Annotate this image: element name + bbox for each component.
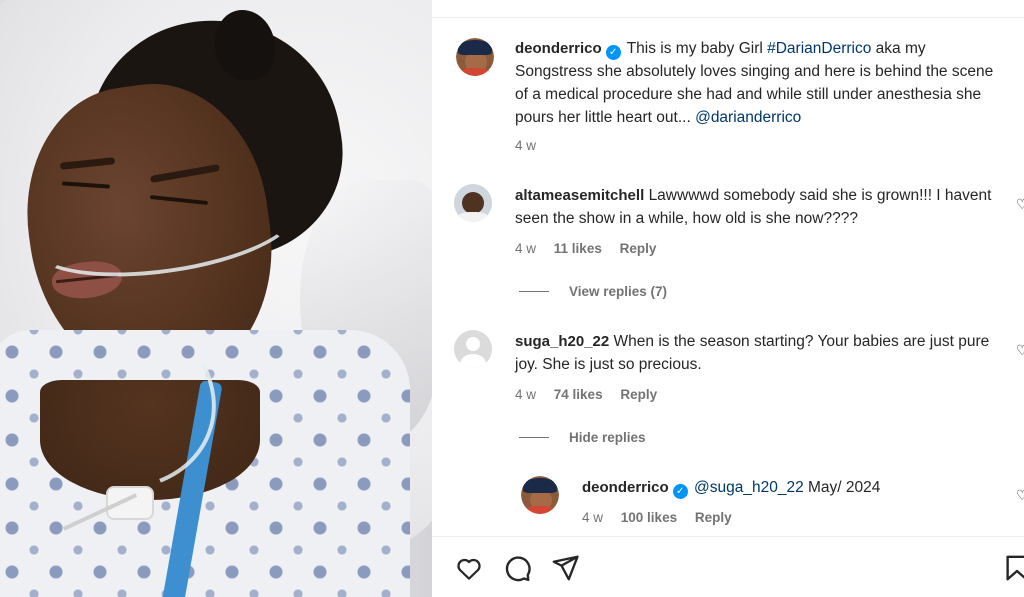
bookmark-icon[interactable] [1002, 553, 1024, 583]
post-caption: deonderrico ✓ This is my baby Girl #Daria… [515, 37, 1005, 129]
author-username[interactable]: deonderrico [515, 40, 602, 57]
divider [432, 17, 1024, 18]
hide-replies-label: Hide replies [569, 430, 646, 445]
commenter-avatar[interactable] [454, 330, 492, 368]
comment-age[interactable]: 4 w [515, 241, 536, 256]
view-replies-label: View replies (7) [569, 284, 668, 299]
reply-username[interactable]: deonderrico [582, 479, 669, 496]
comment-likes[interactable]: 74 likes [554, 387, 603, 402]
commenter-username[interactable]: altameasemitchell [515, 187, 644, 204]
verified-badge-icon: ✓ [672, 484, 688, 499]
post-meta: 4 w [515, 138, 550, 153]
comments-panel: deonderrico ✓ This is my baby Girl #Daria… [432, 0, 1024, 597]
caption-mention[interactable]: @darianderrico [695, 109, 801, 126]
comment-icon[interactable] [502, 553, 532, 583]
heart-icon[interactable] [454, 553, 484, 583]
send-icon[interactable] [550, 553, 580, 583]
post-age[interactable]: 4 w [515, 138, 536, 153]
commenter-username[interactable]: suga_h20_22 [515, 333, 609, 350]
author-avatar[interactable] [456, 38, 494, 76]
caption-hashtag[interactable]: #DarianDerrico [767, 40, 871, 57]
comment-body: altameasemitchell Lawwwwd somebody said … [515, 184, 995, 230]
comment-likes[interactable]: 11 likes [554, 241, 602, 256]
post-photo[interactable] [0, 0, 432, 597]
reply-like-heart-icon[interactable]: ♡ [1016, 487, 1024, 503]
reply-reply-button[interactable]: Reply [695, 510, 732, 525]
commenter-avatar[interactable] [454, 184, 492, 222]
reply-mention[interactable]: @suga_h20_22 [694, 479, 804, 496]
reply-author-avatar[interactable] [521, 476, 559, 514]
verified-badge-icon: ✓ [605, 45, 621, 60]
caption-text: This is my baby Girl [626, 40, 768, 57]
hide-replies-button[interactable]: Hide replies [519, 430, 646, 445]
comment-body: suga_h20_22 When is the season starting?… [515, 330, 995, 376]
divider [432, 536, 1024, 537]
reply-meta: 4 w 100 likes Reply [582, 510, 746, 525]
view-replies-button[interactable]: View replies (7) [519, 284, 667, 299]
comment-reply-button[interactable]: Reply [620, 241, 657, 256]
reply-likes[interactable]: 100 likes [621, 510, 677, 525]
comment-like-heart-icon[interactable]: ♡ [1016, 196, 1024, 212]
divider-dash [519, 437, 549, 438]
divider-dash [519, 291, 549, 292]
reply-body: deonderrico ✓ @suga_h20_22 May/ 2024 [582, 476, 1002, 499]
comment-like-heart-icon[interactable]: ♡ [1016, 342, 1024, 358]
comment-age[interactable]: 4 w [515, 387, 536, 402]
comment-reply-button[interactable]: Reply [620, 387, 657, 402]
comment-meta: 4 w 74 likes Reply [515, 387, 671, 402]
reply-text: May/ 2024 [803, 479, 881, 496]
reply-age[interactable]: 4 w [582, 510, 603, 525]
comment-meta: 4 w 11 likes Reply [515, 241, 670, 256]
